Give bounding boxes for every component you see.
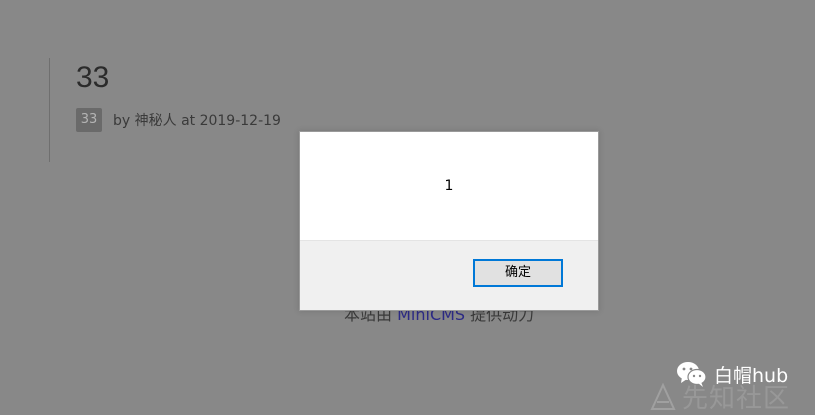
post-meta: 33 by 神秘人 at 2019-12-19: [76, 108, 281, 132]
xianzhi-text: 先知社区: [682, 384, 791, 414]
xianzhi-watermark: 先知社区: [648, 378, 790, 415]
post-title[interactable]: 33: [76, 60, 109, 96]
tag-badge[interactable]: 33: [76, 108, 102, 132]
post-meta-text: by 神秘人 at 2019-12-19: [113, 113, 281, 129]
alert-dialog: 1 确定: [299, 131, 599, 311]
dialog-message: 1: [444, 178, 454, 194]
dialog-body: 1: [300, 132, 598, 241]
xianzhi-logo-icon: [650, 382, 676, 410]
ok-button[interactable]: 确定: [473, 259, 563, 287]
